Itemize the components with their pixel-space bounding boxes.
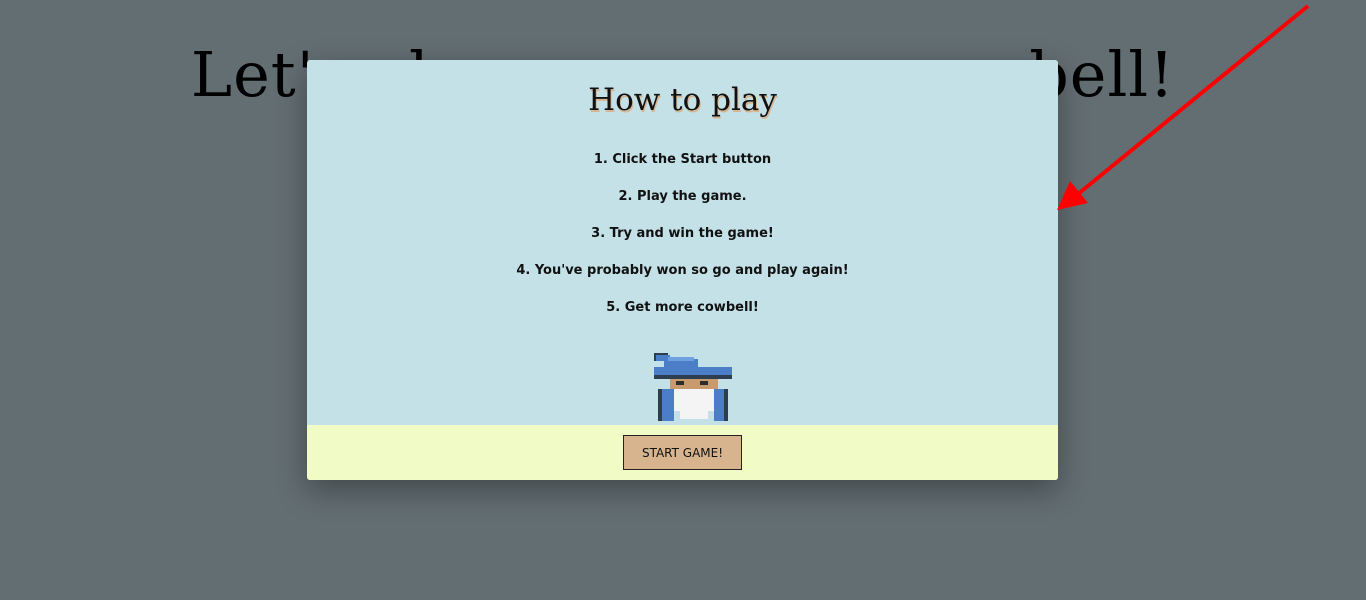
instructions-list: 1. Click the Start button 2. Play the ga… — [307, 150, 1058, 335]
instruction-step: 5. Get more cowbell! — [606, 300, 759, 315]
instruction-step: 4. You've probably won so go and play ag… — [516, 263, 849, 278]
start-game-button[interactable]: START GAME! — [623, 435, 742, 470]
instruction-step: 2. Play the game. — [618, 189, 747, 204]
instruction-step: 3. Try and win the game! — [591, 226, 774, 241]
wizard-icon — [654, 353, 732, 421]
how-to-play-modal: How to play 1. Click the Start button 2.… — [307, 60, 1058, 480]
modal-title: How to play — [588, 82, 777, 118]
modal-footer: START GAME! — [307, 425, 1058, 480]
instruction-step: 1. Click the Start button — [593, 152, 772, 167]
page: Let's play some more cowbell! How to pla… — [0, 0, 1366, 600]
